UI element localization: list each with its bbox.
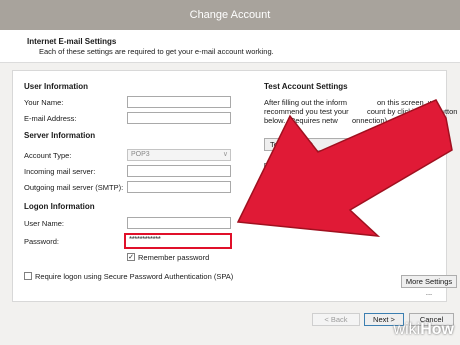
remember-password-checkbox[interactable]: ✓ bbox=[127, 253, 135, 261]
test-account-settings-button[interactable]: Test Account bbox=[264, 138, 364, 151]
your-name-label: Your Name: bbox=[24, 98, 64, 107]
wikihow-watermark: wikiHow bbox=[394, 321, 454, 339]
test-desc-line3b: onnection) bbox=[352, 116, 388, 125]
password-value: ************ bbox=[129, 235, 161, 244]
test-account-button-tail: ings ... bbox=[415, 141, 438, 150]
password-label: Password: bbox=[24, 237, 60, 246]
watermark-prefix: wiki bbox=[393, 321, 421, 338]
checkmark-icon: ✓ bbox=[128, 254, 134, 261]
chevron-down-icon: ∨ bbox=[222, 151, 228, 158]
watermark-suffix: How bbox=[420, 321, 454, 338]
spa-label: Require logon using Secure Password Auth… bbox=[35, 272, 234, 281]
your-name-input[interactable] bbox=[127, 96, 231, 108]
test-desc-line2b: count by clicking the button bbox=[367, 107, 458, 116]
user-info-heading: User Information bbox=[24, 82, 89, 91]
account-type-value: POP3 bbox=[131, 151, 150, 158]
user-name-input[interactable] bbox=[127, 217, 231, 229]
email-address-input[interactable] bbox=[127, 112, 231, 124]
account-type-label: Account Type: bbox=[24, 151, 72, 160]
header-title: Internet E-mail Settings bbox=[27, 37, 117, 46]
logon-info-heading: Logon Information bbox=[24, 202, 95, 211]
back-button[interactable]: < Back bbox=[312, 313, 360, 326]
checkmark-icon: ✓ bbox=[265, 164, 271, 171]
spa-checkbox[interactable] bbox=[24, 272, 32, 280]
user-name-label: User Name: bbox=[24, 219, 65, 228]
title-bar: Change Account bbox=[0, 0, 460, 30]
test-desc-line1: After filling out the inform bbox=[264, 98, 347, 107]
test-settings-heading: Test Account Settings bbox=[264, 82, 348, 91]
test-desc-line1b: on this screen, we bbox=[377, 98, 438, 107]
test-on-next-label: Te bbox=[275, 163, 283, 172]
incoming-server-label: Incoming mail server: bbox=[24, 167, 96, 176]
test-on-next-checkbox[interactable]: ✓ bbox=[264, 163, 272, 171]
server-info-heading: Server Information bbox=[24, 131, 96, 140]
test-desc-line3: below. (Requires netw bbox=[264, 116, 338, 125]
test-account-button-label: Test Account bbox=[270, 140, 313, 149]
header-subtitle: Each of these settings are required to g… bbox=[39, 47, 274, 56]
remember-password-label: Remember password bbox=[138, 253, 210, 262]
window-title: Change Account bbox=[189, 9, 271, 21]
test-desc-line2: recommend you test your bbox=[264, 107, 349, 116]
more-settings-button[interactable]: More Settings ... bbox=[401, 275, 457, 297]
incoming-server-input[interactable] bbox=[127, 165, 231, 177]
outgoing-server-label: Outgoing mail server (SMTP): bbox=[24, 183, 124, 192]
email-address-label: E-mail Address: bbox=[24, 114, 77, 123]
account-type-select[interactable]: POP3 ∨ bbox=[127, 149, 231, 161]
dialog-header: Internet E-mail Settings Each of these s… bbox=[0, 30, 460, 63]
outgoing-server-input[interactable] bbox=[127, 181, 231, 193]
password-input[interactable]: ************ bbox=[124, 233, 232, 249]
